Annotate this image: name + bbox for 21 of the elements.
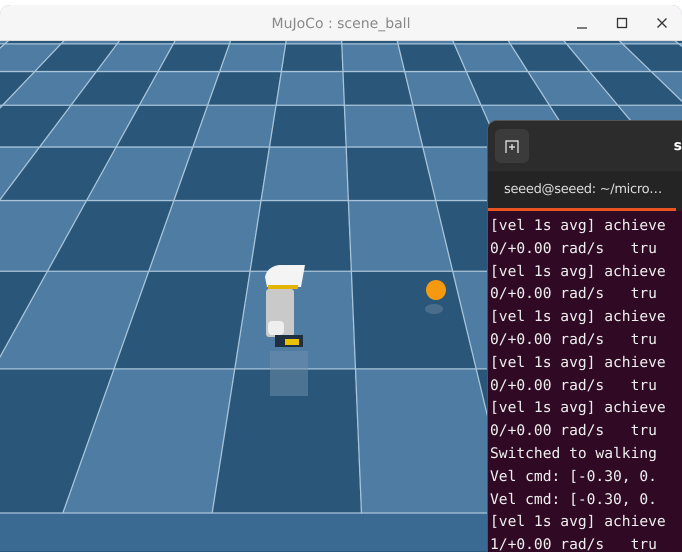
terminal-line: [vel 1s avg] achieve [489,216,667,236]
window-title: MuJoCo : scene_ball [272,16,410,32]
new-tab-icon [504,138,520,154]
terminal-line: Switched to walking [489,444,658,464]
terminal-title: s [674,136,682,156]
terminal-line: [vel 1s avg] achieve [489,307,667,328]
terminal-line: 0/+0.00 rad/s tru [489,238,658,259]
terminal-line: 0/+0.00 rad/s tru [489,376,658,396]
terminal-line: [vel 1s avg] achieve [489,512,667,532]
new-tab-button[interactable] [495,129,529,163]
terminal-line: 0/+0.00 rad/s tru [489,421,658,442]
ball-drawing [425,280,446,314]
terminal-line: [vel 1s avg] achieve [489,262,667,282]
terminal-line: 1/+0.00 rad/s tru [489,535,658,552]
terminal-line: 0/+0.00 rad/s tru [489,284,658,304]
terminal-line: 0/+0.00 rad/s tru [489,330,658,350]
terminal-line: [vel 1s avg] achieve [489,352,667,373]
terminal-line: Vel cmd: [-0.30, 0. [489,466,658,487]
minimize-icon [577,27,587,30]
terminal-line: Vel cmd: [-0.30, 0. [489,490,658,510]
terminal-line: [vel 1s avg] achieve [489,398,667,418]
